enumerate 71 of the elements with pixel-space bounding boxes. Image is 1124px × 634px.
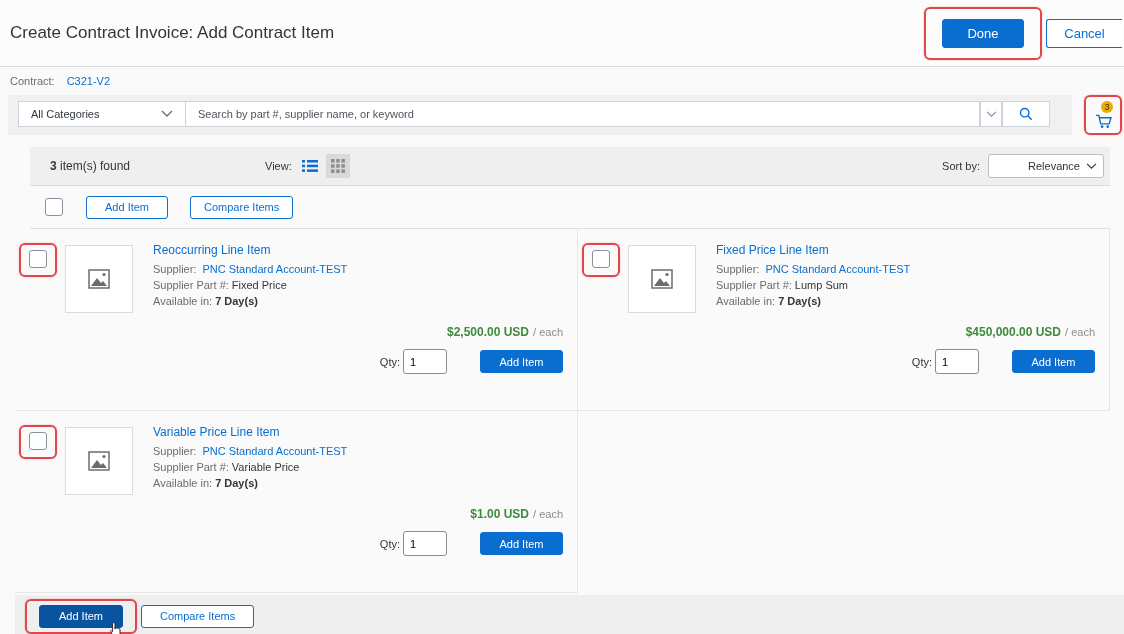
part-value: Fixed Price <box>231 279 287 291</box>
availability-label: Available in: <box>153 477 213 489</box>
search-button[interactable] <box>1002 101 1050 127</box>
contract-label: Contract: <box>10 75 55 87</box>
cancel-button[interactable]: Cancel <box>1046 18 1122 48</box>
sort-label: Sort by: <box>942 160 980 172</box>
results-count: 3 item(s) found <box>50 159 132 173</box>
add-item-button[interactable]: Add Item <box>480 350 563 373</box>
add-item-button[interactable]: Add Item <box>39 604 123 628</box>
item-title-link[interactable]: Fixed Price Line Item <box>716 243 911 257</box>
supplier-link[interactable]: PNC Standard Account-TEST <box>202 445 348 457</box>
part-label: Supplier Part #: <box>716 279 792 291</box>
compare-items-button[interactable]: Compare Items <box>190 195 294 219</box>
availability-label: Available in: <box>153 295 213 307</box>
item-price: $1.00 USD <box>470 507 530 521</box>
cart-icon <box>1094 114 1112 129</box>
quantity-label: Qty: <box>379 537 400 550</box>
quantity-field[interactable]: 1 <box>403 531 447 556</box>
item-price: $450,000.00 USD <box>965 325 1062 339</box>
grid-icon <box>330 159 345 173</box>
supplier-label: Supplier: <box>153 263 197 275</box>
item-checkbox[interactable] <box>592 250 610 268</box>
part-value: Lump Sum <box>794 279 849 291</box>
part-label: Supplier Part #: <box>153 279 229 291</box>
search-field[interactable]: Search by part #, supplier name, or keyword <box>186 101 980 127</box>
part-label: Supplier Part #: <box>153 461 229 473</box>
image-icon <box>88 451 110 471</box>
chevron-down-icon <box>161 110 173 118</box>
price-unit: / each <box>533 508 563 520</box>
hand-cursor-icon <box>110 620 123 634</box>
image-icon <box>651 269 673 289</box>
availability-value: 7 Day(s) <box>215 477 258 489</box>
item-title-link[interactable]: Reoccurring Line Item <box>153 243 348 257</box>
category-dropdown[interactable]: All Categories <box>18 101 186 127</box>
price-unit: / each <box>1065 326 1095 338</box>
search-options-dropdown[interactable] <box>980 101 1002 127</box>
add-item-button[interactable]: Add Item <box>86 195 169 219</box>
compare-items-button[interactable]: Compare Items <box>141 604 255 628</box>
contract-link[interactable]: C321-V2 <box>66 75 111 87</box>
item-checkbox[interactable] <box>29 432 47 450</box>
image-icon <box>88 269 110 289</box>
quantity-field[interactable]: 1 <box>935 349 979 374</box>
availability-label: Available in: <box>716 295 776 307</box>
quantity-label: Qty: <box>379 355 400 368</box>
select-all-checkbox[interactable] <box>45 198 63 216</box>
cart-button[interactable]: 3 <box>1090 101 1116 129</box>
search-icon <box>1019 107 1033 121</box>
item-checkbox[interactable] <box>29 250 47 268</box>
supplier-label: Supplier: <box>716 263 760 275</box>
availability-value: 7 Day(s) <box>215 295 258 307</box>
part-value: Variable Price <box>231 461 300 473</box>
supplier-link[interactable]: PNC Standard Account-TEST <box>765 263 911 275</box>
list-icon <box>301 160 318 172</box>
page-title: Create Contract Invoice: Add Contract Item <box>10 23 336 43</box>
done-button[interactable]: Done <box>942 18 1024 48</box>
chevron-down-icon <box>985 110 997 118</box>
supplier-link[interactable]: PNC Standard Account-TEST <box>202 263 348 275</box>
quantity-field[interactable]: 1 <box>403 349 447 374</box>
add-item-button[interactable]: Add Item <box>480 532 563 555</box>
add-item-button[interactable]: Add Item <box>1012 350 1095 373</box>
price-unit: / each <box>533 326 563 338</box>
supplier-label: Supplier: <box>153 445 197 457</box>
item-title-link[interactable]: Variable Price Line Item <box>153 425 348 439</box>
grid-view-button[interactable] <box>325 154 350 178</box>
sort-dropdown[interactable]: Relevance <box>988 154 1104 178</box>
item-price: $2,500.00 USD <box>446 325 530 339</box>
availability-value: 7 Day(s) <box>778 295 821 307</box>
chevron-down-icon <box>1086 162 1097 170</box>
view-label: View: <box>265 160 292 172</box>
quantity-label: Qty: <box>911 355 932 368</box>
cart-count-badge: 3 <box>1101 101 1113 113</box>
